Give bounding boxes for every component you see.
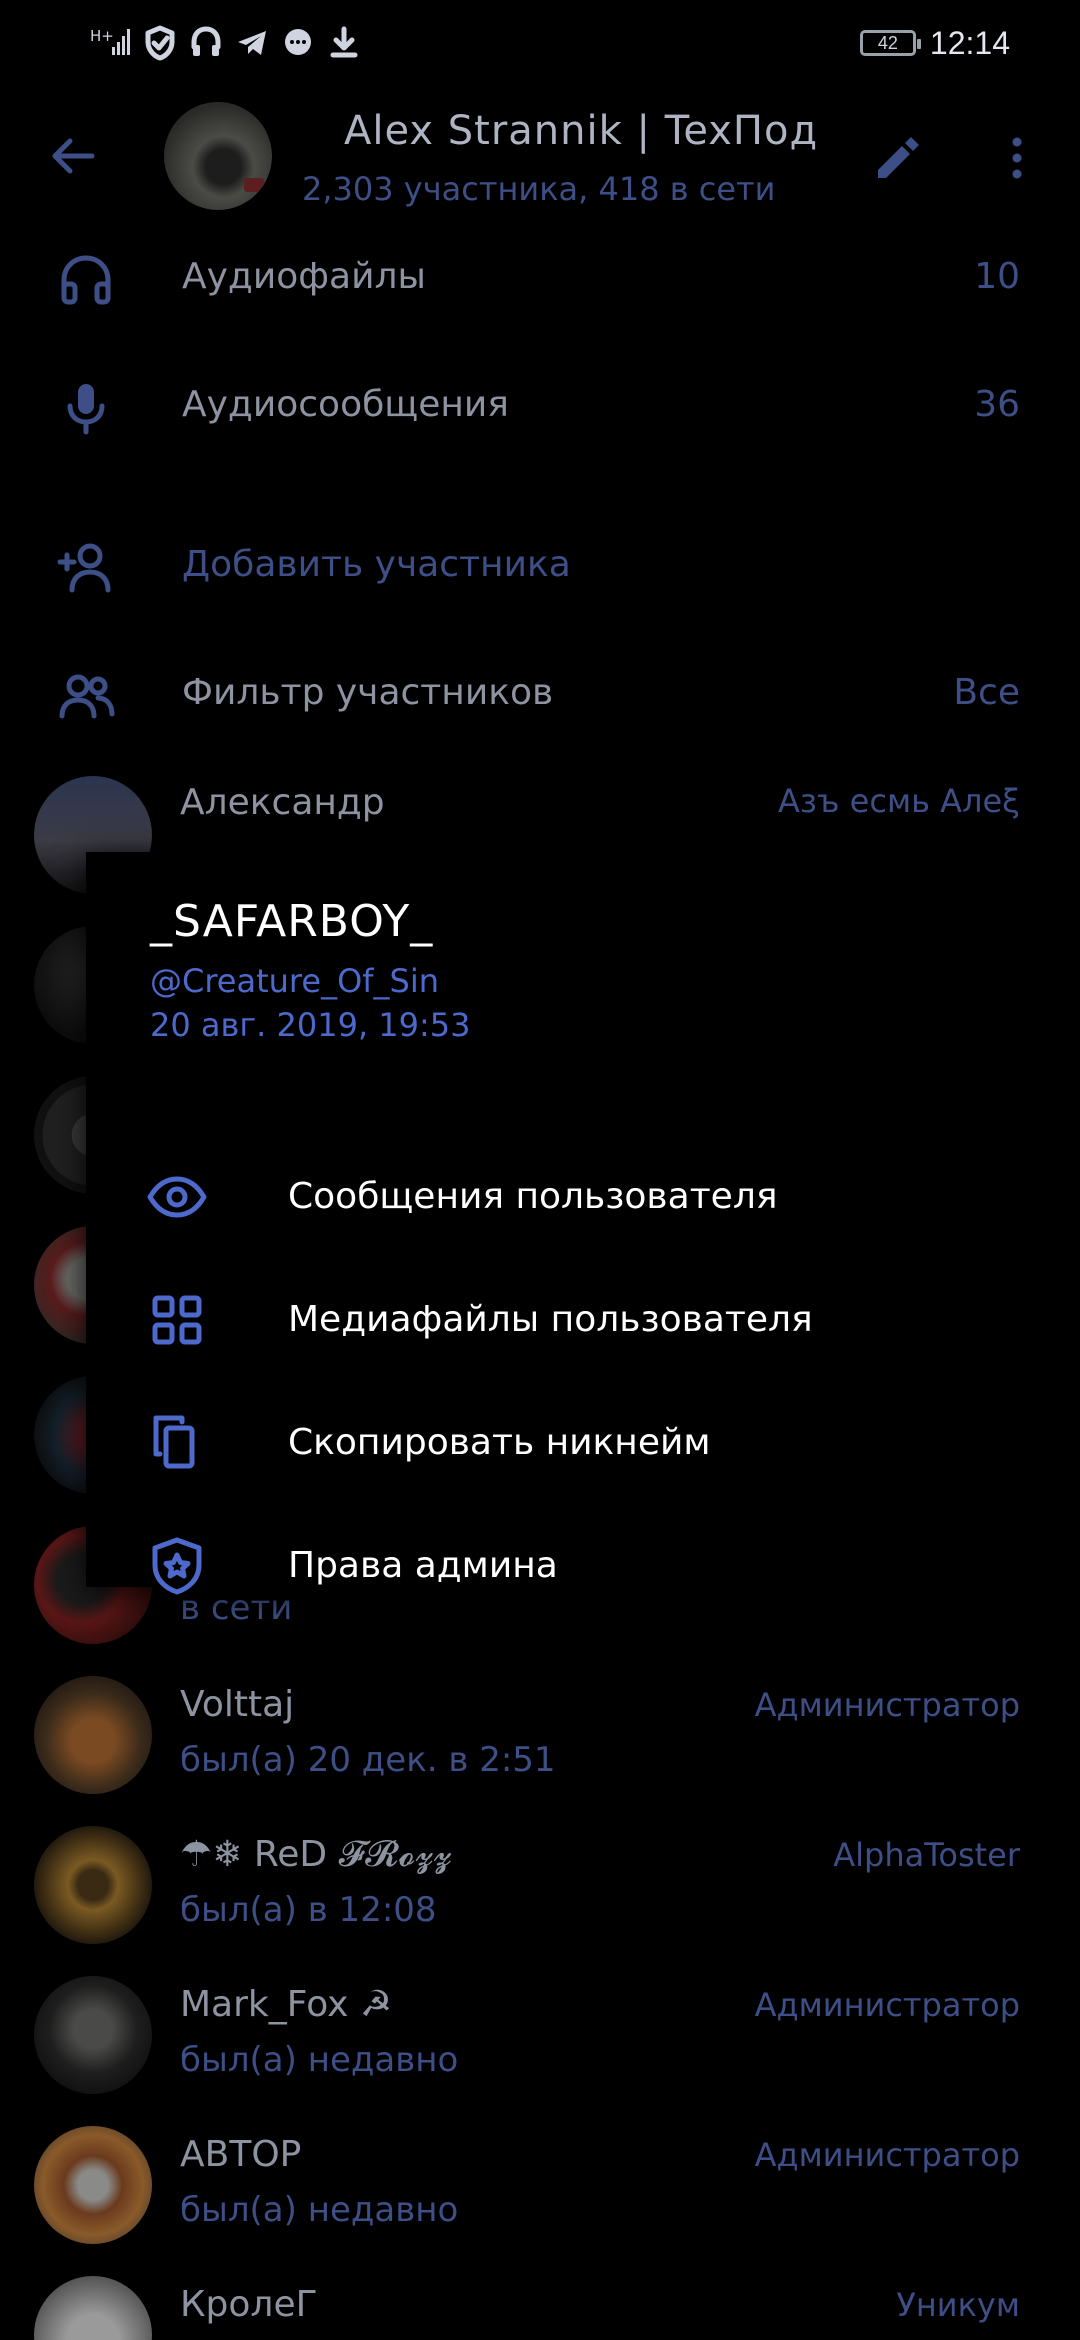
row-label: Аудиосообщения xyxy=(182,384,509,425)
row-count: 10 xyxy=(974,256,1020,297)
member-row[interactable]: ☂❄ ReD 𝓕𝓡𝓸𝔃𝔃 был(а) в 12:08 AlphaToster xyxy=(0,1810,1080,1960)
member-status: был(а) недавно xyxy=(180,2190,459,2230)
add-user-icon xyxy=(57,543,111,593)
copy-icon xyxy=(153,1415,195,1469)
row-count: 36 xyxy=(974,384,1020,425)
menu-item-label: Скопировать никнейм xyxy=(288,1422,711,1463)
avatar xyxy=(34,2126,152,2244)
admin-rights-item[interactable]: Права админа xyxy=(86,1511,1036,1595)
avatar xyxy=(34,1676,152,1794)
status-right: 42 12:14 xyxy=(859,22,1010,64)
user-media-item[interactable]: Медиафайлы пользователя xyxy=(86,1265,1036,1375)
member-row[interactable]: КролеГ Уникум xyxy=(0,2260,1080,2340)
member-name: Александр xyxy=(180,782,385,823)
member-row[interactable]: Mark_Fox ☭ был(а) недавно Администратор xyxy=(0,1960,1080,2110)
member-name: Mark_Fox ☭ xyxy=(180,1984,393,2025)
member-row[interactable]: Volttaj был(а) 20 дек. в 2:51 Администра… xyxy=(0,1660,1080,1810)
microphone-icon xyxy=(67,384,105,435)
member-role: Администратор xyxy=(754,1686,1020,1724)
popup-username: @Creature_Of_Sin xyxy=(150,962,439,1000)
menu-item-label: Права админа xyxy=(288,1545,558,1586)
row-label: Аудиофайлы xyxy=(182,256,426,297)
member-status: был(а) недавно xyxy=(180,2040,459,2080)
chat-bubble-icon xyxy=(285,29,311,55)
member-role: Администратор xyxy=(754,1986,1020,2024)
clock: 12:14 xyxy=(929,24,1010,61)
menu-item-label: Сообщения пользователя xyxy=(288,1176,778,1217)
member-role: Администратор xyxy=(754,2136,1020,2174)
status-bar: H+ 42 12:14 xyxy=(0,0,1080,84)
group-title[interactable]: Alex Strannik | TexПод xyxy=(344,108,818,154)
status-icons: H+ xyxy=(90,22,360,64)
add-member-label: Добавить участника xyxy=(182,544,571,585)
member-row[interactable]: ABTOP был(а) недавно Администратор xyxy=(0,2110,1080,2260)
voice-messages-row[interactable]: Аудиосообщения 36 xyxy=(0,350,1080,460)
vpn-shield-icon xyxy=(145,25,175,61)
pencil-icon xyxy=(878,137,919,178)
avatar xyxy=(34,1976,152,2094)
shield-star-icon xyxy=(152,1537,202,1595)
telegram-icon xyxy=(238,31,266,55)
svg-text:H+: H+ xyxy=(90,27,114,45)
avatar xyxy=(34,2276,152,2340)
member-name: Volttaj xyxy=(180,1684,295,1725)
member-name: КролеГ xyxy=(180,2284,318,2325)
battery-level: 42 xyxy=(877,32,898,53)
menu-item-label: Медиафайлы пользователя xyxy=(288,1299,813,1340)
member-role: AlphaToster xyxy=(833,1836,1020,1874)
group-subtitle: 2,303 участника, 418 в сети xyxy=(302,170,776,208)
arrow-left-icon xyxy=(52,138,95,174)
member-status: был(а) 20 дек. в 2:51 xyxy=(180,1740,556,1780)
filter-value[interactable]: Все xyxy=(953,672,1020,713)
add-member-row[interactable]: Добавить участника xyxy=(0,510,1080,620)
grid-icon xyxy=(152,1295,202,1345)
member-status: был(а) в 12:08 xyxy=(180,1890,437,1930)
member-filter-row[interactable]: Фильтр участников Все xyxy=(0,638,1080,748)
network-type-icon: H+ xyxy=(90,27,130,55)
headset-status-icon xyxy=(191,26,221,56)
popup-member-name: _SAFARBOY_ xyxy=(150,896,434,947)
group-avatar[interactable] xyxy=(164,102,272,210)
member-name: ABTOP xyxy=(180,2134,302,2175)
eye-icon xyxy=(147,1176,207,1218)
back-button[interactable] xyxy=(44,126,104,186)
popup-join-date: 20 авг. 2019, 19:53 xyxy=(150,1006,471,1044)
more-options-button[interactable] xyxy=(1002,132,1032,184)
avatar xyxy=(34,1826,152,1944)
headphones-icon xyxy=(61,255,111,305)
chat-header: Alex Strannik | TexПод 2,303 участника, … xyxy=(0,84,1080,234)
download-icon xyxy=(330,26,358,58)
edit-button[interactable] xyxy=(870,132,922,184)
audio-files-row[interactable]: Аудиофайлы 10 xyxy=(0,222,1080,332)
battery-icon: 42 xyxy=(859,30,921,56)
filter-label: Фильтр участников xyxy=(182,672,554,713)
more-vertical-icon xyxy=(1012,137,1022,179)
member-context-menu: _SAFARBOY_ @Creature_Of_Sin 20 авг. 2019… xyxy=(86,852,1036,1595)
member-name: ☂❄ ReD 𝓕𝓡𝓸𝔃𝔃 xyxy=(180,1834,452,1875)
user-messages-item[interactable]: Сообщения пользователя xyxy=(86,1142,1036,1252)
copy-nickname-item[interactable]: Скопировать никнейм xyxy=(86,1388,1036,1498)
member-role: Азъ есмь Алеξ xyxy=(777,782,1020,820)
group-users-icon xyxy=(59,674,115,719)
member-role: Уникум xyxy=(896,2286,1020,2324)
